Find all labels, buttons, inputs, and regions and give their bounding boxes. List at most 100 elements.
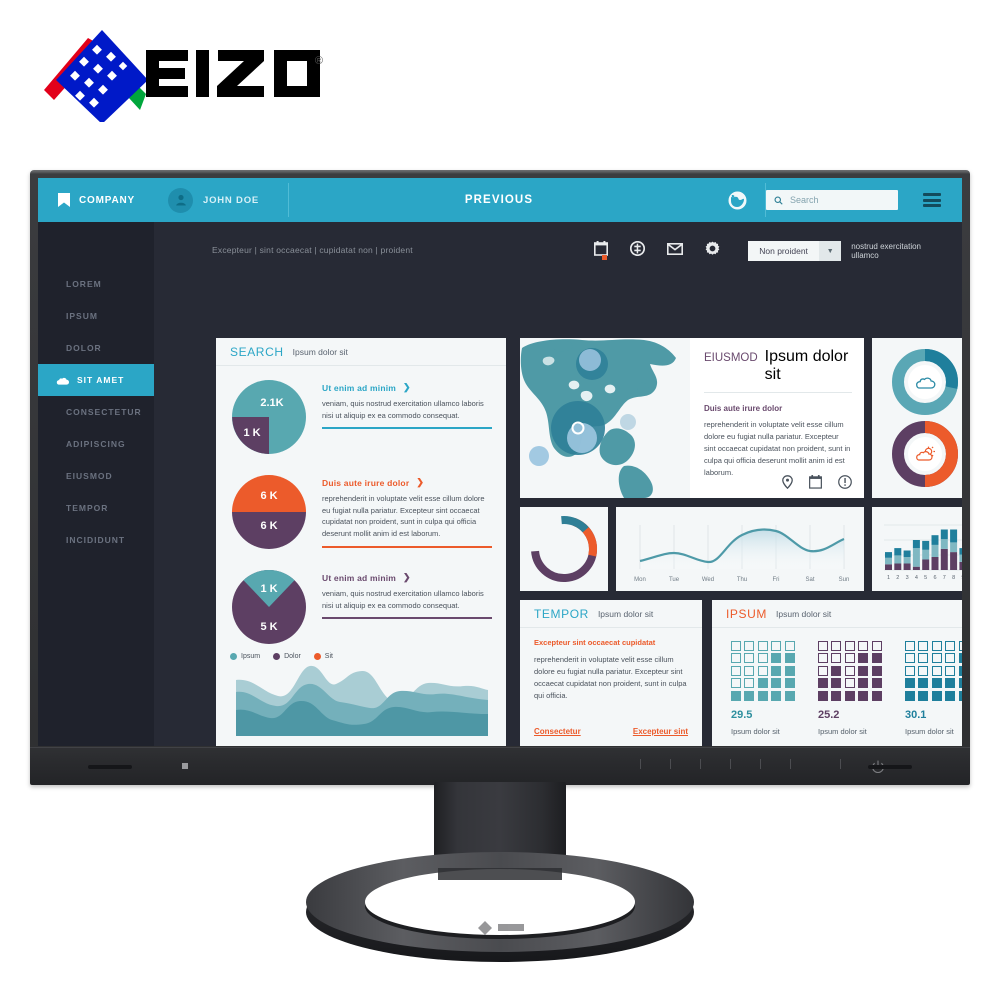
hamburger-menu-icon[interactable] [914, 193, 950, 207]
info-icon[interactable] [838, 475, 852, 489]
sidebar-item-label: LOREM [66, 279, 102, 289]
sidebar-item-lorem[interactable]: LOREM [38, 268, 154, 300]
chevron-right-icon: ❯ [403, 572, 411, 582]
pie-2-label-b: 6 K [260, 520, 277, 532]
bar-xtick: 2 [896, 575, 899, 581]
search-icon [774, 195, 783, 205]
block-1-body: veniam, quis nostrud exercitation ullamc… [322, 399, 484, 420]
globe-button[interactable] [709, 191, 765, 210]
tempor-link-left[interactable]: Consectetur [534, 727, 581, 736]
line-xtick: Sat [805, 577, 814, 583]
sidebar-item-ipsum[interactable]: IPSUM [38, 300, 154, 332]
waffle-value: 29.5 [731, 708, 753, 721]
block-1-heading-text: Ut enim ad minim [322, 382, 397, 393]
search-pie-2: 6 K 6 K [230, 473, 308, 556]
location-pin-icon[interactable] [782, 475, 793, 489]
tempor-subtitle: Ipsum dolor sit [597, 608, 654, 619]
eiusmod-info: EIUSMOD Ipsum dolor sit Duis aute irure … [690, 338, 864, 498]
bar-xtick: 8 [952, 575, 955, 581]
sidebar-item-consectetur[interactable]: CONSECTETUR [38, 396, 154, 428]
search-panel: SEARCH Ipsum dolor sit 2.1K 1 K Ut enim … [216, 338, 506, 746]
bar-xtick: 4 [915, 575, 918, 581]
world-map[interactable] [520, 338, 690, 498]
company-brand[interactable]: COMPANY [38, 193, 150, 207]
sidebar: LOREM IPSUM DOLOR SIT AMET CONSECTETUR A… [38, 222, 154, 746]
waffle-grid [905, 641, 962, 701]
sidebar-item-label: DOLOR [66, 343, 102, 353]
mail-icon[interactable] [667, 242, 683, 260]
sidebar-item-label: SIT AMET [77, 375, 125, 385]
sidebar-item-tempor[interactable]: TEMPOR [38, 492, 154, 524]
sidebar-item-label: ADIPISCING [66, 439, 126, 449]
search-panel-header: SEARCH Ipsum dolor sit [216, 338, 506, 366]
waffle-label: Ipsum dolor sit [818, 726, 867, 736]
search-input[interactable]: Search [766, 190, 898, 210]
sidebar-item-eiusmod[interactable]: EIUSMOD [38, 460, 154, 492]
sidebar-item-label: IPSUM [66, 311, 98, 321]
main-content: Excepteur | sint occaecat | cupidatat no… [154, 222, 962, 746]
currency-icon[interactable] [629, 240, 646, 261]
tempor-link-right[interactable]: Excepteur sint [633, 727, 688, 736]
stacked-bar-chart: 1 2 3 4 5 6 7 8 9 [884, 524, 962, 581]
ring-donut-panel [520, 507, 608, 591]
pie-2-label-a: 6 K [260, 490, 277, 502]
sidebar-item-label: INCIDIDUNT [66, 535, 126, 545]
line-xtick: Mon [634, 577, 646, 583]
gauge-sun [892, 421, 958, 487]
block-3-heading[interactable]: Ut enim ad minim ❯ [322, 572, 492, 583]
filter-select-value: Non proident [759, 246, 808, 256]
bookmark-icon [58, 193, 70, 207]
tempor-title: TEMPOR [534, 606, 589, 621]
bar-xtick: 5 [924, 575, 927, 581]
power-led [182, 763, 188, 769]
tempor-body: reprehenderit in voluptate velit esse ci… [534, 655, 687, 700]
weekly-line-chart: Mon Tue Wed Thu Fri Sat Sun [634, 525, 849, 583]
person-icon [175, 194, 186, 206]
waffle-label: Ipsum dolor sit [905, 726, 954, 736]
monitor-bottom-bezel [30, 747, 970, 785]
sidebar-item-dolor[interactable]: DOLOR [38, 332, 154, 364]
svg-text:®: ® [315, 55, 323, 67]
pie-3-label-b: 5 K [260, 621, 277, 633]
user-name: JOHN DOE [203, 194, 260, 206]
eiusmod-body: reprehenderit in voluptate velit esse ci… [704, 420, 851, 477]
eiusmod-map-panel: EIUSMOD Ipsum dolor sit Duis aute irure … [520, 338, 864, 498]
pie-1-label-a: 2.1K [260, 397, 283, 409]
user-menu[interactable]: JOHN DOE [150, 187, 288, 213]
control-button-ticks[interactable] [640, 759, 860, 771]
filter-select[interactable]: Non proident ▼ [748, 241, 842, 261]
pie-block-2: 6 K 6 K Duis aute irure dolor ❯ reprehen… [230, 473, 492, 556]
tempor-heading: Excepteur sint occaecat cupidatat [534, 638, 656, 647]
calendar-icon[interactable] [594, 241, 608, 261]
search-placeholder: Search [790, 195, 819, 205]
search-panel-subtitle: Ipsum dolor sit [292, 346, 348, 357]
ipsum-title: IPSUM [726, 606, 768, 621]
sidebar-item-sit-amet[interactable]: SIT AMET [38, 364, 154, 396]
waffle-column-3: 30.1 Ipsum dolor sit [905, 641, 962, 736]
waffle-column-2: 25.2 Ipsum dolor sit [818, 641, 884, 736]
line-xtick: Fri [773, 577, 780, 583]
block-2-heading[interactable]: Duis aute irure dolor ❯ [322, 477, 492, 488]
search-pie-1: 2.1K 1 K [230, 378, 308, 461]
gauges-panel [872, 338, 962, 498]
search-panel-title: SEARCH [230, 344, 284, 359]
notification-badge [602, 255, 607, 260]
globe-icon [728, 191, 746, 209]
sidebar-item-adipiscing[interactable]: ADIPISCING [38, 428, 154, 460]
content-toolbar: Non proident ▼ nostrud exercitation ulla… [594, 236, 944, 266]
bar-xtick: 9 [961, 575, 962, 581]
block-1-heading[interactable]: Ut enim ad minim ❯ [322, 382, 492, 393]
chevron-down-icon: ▼ [819, 241, 842, 261]
block-2-body: reprehenderit in voluptate velit esse ci… [322, 494, 485, 538]
pie-block-3: 1 K 5 K Ipsum Dolor Sit Ut enim ad minim… [230, 568, 492, 660]
cloud-icon [56, 377, 69, 385]
block-3-heading-text: Ut enim ad minim [322, 572, 397, 583]
gear-icon[interactable] [705, 241, 720, 261]
avatar [168, 187, 193, 213]
ring-donut-chart [531, 516, 597, 582]
sidebar-item-incididunt[interactable]: INCIDIDUNT [38, 524, 154, 556]
calendar-icon[interactable] [809, 475, 822, 489]
dashboard-screen: COMPANY JOHN DOE PREVIOUS Search LOREM I… [38, 178, 962, 746]
eizo-monitor: COMPANY JOHN DOE PREVIOUS Search LOREM I… [30, 170, 970, 785]
line-xtick: Tue [669, 577, 680, 583]
